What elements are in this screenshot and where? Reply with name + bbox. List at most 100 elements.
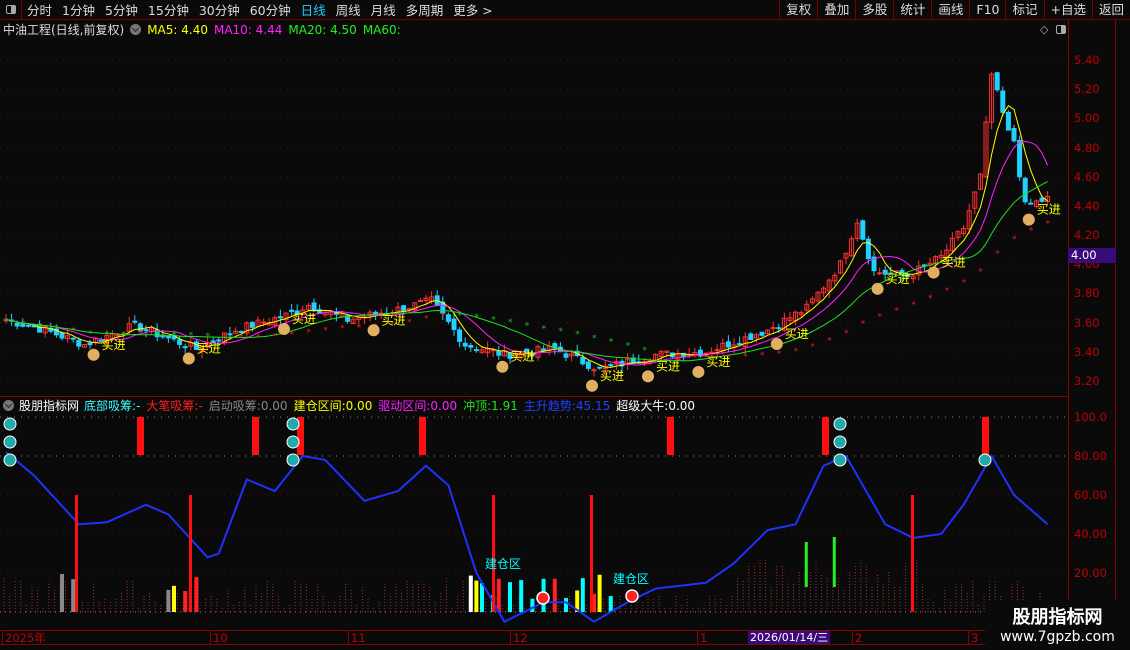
candle: [143, 329, 149, 332]
candle: [748, 333, 754, 341]
candle: [1017, 140, 1023, 178]
date-axis-label: 1: [697, 631, 707, 645]
indicator-label: 超级大牛:: [616, 399, 669, 413]
indicator-axis-label: 100.0: [1074, 410, 1107, 424]
top-signal-block: [137, 417, 144, 455]
trend-star: *: [138, 330, 143, 340]
trend-star: *: [978, 267, 983, 277]
indicator-value: 0.00: [668, 399, 696, 413]
trend-star: *: [861, 319, 866, 329]
signal-bar: [508, 582, 512, 612]
top-signal-block: [982, 417, 989, 455]
trend-star: *: [340, 324, 345, 334]
indicator-item: 大笔吸筹:-: [146, 397, 202, 414]
side-panel[interactable]: [1116, 20, 1130, 630]
money-bag-icon: [1022, 213, 1035, 226]
check-badge-icon: [286, 435, 300, 449]
candle: [261, 321, 267, 324]
dropdown-icon[interactable]: [3, 400, 14, 411]
trend-star: *: [256, 333, 261, 343]
indicator-name: 股朋指标网: [19, 399, 80, 413]
trend-star: *: [407, 318, 412, 328]
trend-star: *: [995, 250, 1000, 260]
candle: [76, 339, 82, 347]
signal-bar: [530, 598, 535, 612]
trend-star: *: [4, 317, 9, 327]
candle: [541, 348, 547, 352]
candle: [776, 327, 782, 330]
trend-star: *: [222, 332, 227, 342]
candle: [451, 318, 457, 330]
trend-star: *: [71, 326, 76, 336]
signal-bar: [597, 574, 602, 612]
trend-star: *: [1029, 227, 1034, 237]
candle: [725, 341, 731, 348]
toolbar-button[interactable]: 返回: [1091, 0, 1130, 20]
candle: [994, 72, 1000, 91]
plus-marker-icon: [536, 591, 550, 605]
buy-signal-label: 买进: [382, 313, 406, 327]
signal-bar: [474, 580, 479, 612]
indicator-label: 驱动区间:: [378, 399, 431, 413]
trend-star: *: [928, 294, 933, 304]
watermark-url: www.7gpzb.com: [1000, 629, 1115, 645]
candle: [457, 329, 463, 342]
trend-star: *: [172, 330, 177, 340]
money-bag-icon: [278, 323, 290, 336]
candle: [1005, 111, 1011, 131]
indicator-label: 主升趋势:: [523, 399, 576, 413]
buy-signal-label: 买进: [1037, 203, 1061, 217]
money-bag-icon: [692, 365, 705, 378]
trend-star: *: [962, 278, 967, 288]
candle: [401, 305, 407, 312]
signal-bar: [496, 578, 501, 612]
check-badge-icon: [286, 417, 300, 431]
watermark: 股朋指标网 www.7gpzb.com: [985, 600, 1130, 650]
trend-star: *: [54, 324, 59, 334]
kline-chart[interactable]: * * * * * * * * * * * * * * * * * * * * * * * * * * * * * * * * * * * * * * * *…: [0, 0, 1068, 630]
candle: [580, 357, 586, 365]
signal-bar: [519, 580, 524, 612]
money-bag-icon: [642, 370, 654, 383]
candle: [59, 332, 65, 339]
date-axis: 2025年 10 11 12 1 2 3: [0, 630, 1068, 645]
top-signal-block: [419, 417, 426, 455]
ma-line: [5, 140, 1049, 366]
candle: [445, 314, 451, 322]
trend-star: *: [1012, 235, 1017, 245]
price-axis-label: 3.20: [1074, 373, 1100, 388]
price-axis-label: 3.40: [1074, 344, 1100, 359]
candle: [877, 272, 883, 275]
buy-signal-label: 买进: [886, 272, 910, 286]
indicator-axis-label: 20.00: [1074, 566, 1107, 580]
signal-bar: [71, 579, 76, 612]
trend-star: *: [558, 327, 563, 337]
trend-star: *: [626, 342, 631, 352]
date-axis-label: 3: [968, 631, 978, 645]
candle: [1028, 202, 1034, 205]
buy-signal-label: 买进: [292, 312, 316, 326]
trend-star: *: [575, 330, 580, 340]
indicator-label: 底部吸筹:: [84, 399, 137, 413]
candle: [608, 364, 614, 367]
date-axis-label: 10: [210, 631, 228, 645]
trend-star: *: [894, 306, 899, 316]
trend-star: *: [508, 318, 513, 328]
indicator-value: -: [198, 399, 203, 413]
indicator-value: 45.15: [575, 399, 611, 413]
signal-bar: [60, 573, 64, 612]
candle: [1011, 128, 1017, 142]
current-price-tag: 4.00: [1068, 248, 1116, 263]
candle: [865, 238, 871, 260]
price-axis-label: 5.40: [1074, 53, 1100, 67]
money-bag-icon: [87, 348, 100, 361]
trend-star: *: [525, 321, 530, 331]
candle: [277, 316, 283, 319]
top-signal-block: [252, 417, 259, 455]
price-axis-label: 3.60: [1074, 315, 1100, 330]
candle: [311, 302, 317, 312]
indicator-header: 股朋指标网 底部吸筹:- 大笔吸筹:- 启动吸筹:0.00 建仓区间:0.00 驱动区间…: [3, 397, 695, 414]
indicator-item: 主升趋势:45.15: [524, 397, 610, 414]
trend-star: *: [810, 343, 815, 353]
signal-bar: [166, 589, 171, 612]
